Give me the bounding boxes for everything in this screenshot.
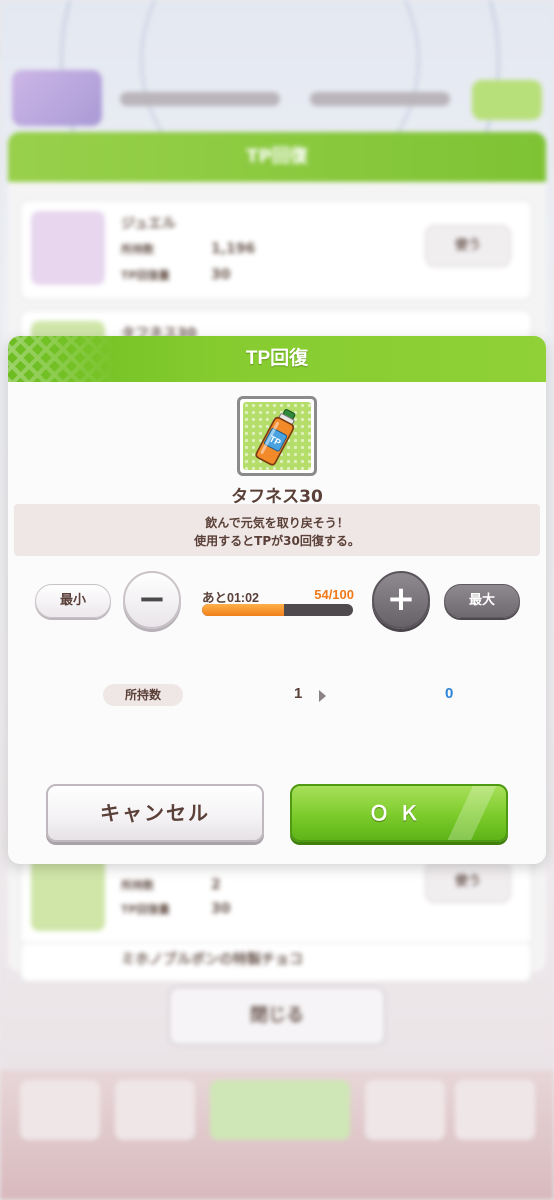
dialog-header: TP回復 — [8, 336, 546, 382]
background-owned-label: 所持数 — [121, 243, 154, 256]
background-tp-label: TP回復量 — [121, 269, 170, 282]
tp-progress-fill — [202, 604, 284, 616]
background-item-row: ミホノブルボンの特製チョコ — [20, 942, 532, 982]
minus-icon: − — [137, 579, 167, 619]
background-tp-value: 30 — [211, 901, 231, 917]
ok-button-shine — [426, 786, 506, 840]
background-item-name: ミホノブルボンの特製チョコ — [121, 952, 303, 968]
background-panel-title: TP回復 — [8, 132, 546, 182]
owned-after: 0 — [445, 685, 454, 702]
background-item-row: ジュエル 所持数 1,196 TP回復量 30 使う — [20, 200, 532, 300]
footer-tab — [20, 1080, 100, 1140]
minus-button[interactable]: − — [123, 571, 181, 629]
tp-bottle-icon: TP — [243, 402, 311, 470]
owned-label: 所持数 — [103, 684, 183, 706]
background-use-button: 使う — [425, 225, 511, 267]
ok-button[interactable]: ＯＫ — [290, 784, 508, 842]
footer-tab — [455, 1080, 535, 1140]
background-use-button: 使う — [425, 861, 511, 903]
tp-count: 54/100 — [314, 587, 354, 602]
item-icon-frame: TP — [237, 396, 317, 476]
header-green-button — [472, 80, 542, 120]
description-line: 使用するとTPが30回復する。 — [194, 534, 360, 548]
item-description: 飲んで元気を取り戻そう！ 使用するとTPが30回復する。 — [14, 504, 540, 556]
min-button[interactable]: 最小 — [35, 584, 111, 618]
background-owned-value: 1,196 — [211, 241, 256, 257]
plus-button[interactable]: + — [372, 571, 430, 629]
trainer-rank-badge — [12, 70, 102, 126]
tp-gauge-bg — [120, 92, 280, 106]
background-owned-label: 所持数 — [121, 879, 154, 892]
footer-tab — [115, 1080, 195, 1140]
background-tp-value: 30 — [211, 267, 231, 283]
ok-button-label: ＯＫ — [369, 801, 429, 825]
background-owned-value: 2 — [211, 877, 221, 893]
owned-current: 1 — [294, 685, 303, 702]
footer-tab — [210, 1080, 350, 1140]
dialog-title: TP回復 — [245, 348, 309, 369]
max-button[interactable]: 最大 — [444, 584, 520, 618]
description-line: 飲んで元気を取り戻そう！ — [205, 516, 349, 530]
rp-gauge-bg — [310, 92, 450, 106]
tp-recovery-dialog: TP回復 TP タフネス30 飲んで元気を取り戻そう！ 使用するとTPが30回復… — [8, 336, 546, 864]
background-item-name: ジュエル — [121, 216, 177, 232]
arrow-right-icon — [319, 690, 326, 702]
background-close-button: 閉じる — [168, 986, 386, 1046]
tp-progress-bar — [202, 604, 353, 616]
background-tp-label: TP回復量 — [121, 903, 170, 916]
character-icon — [31, 857, 105, 931]
cancel-button[interactable]: キャンセル — [46, 784, 264, 842]
footer-tab — [365, 1080, 445, 1140]
plus-icon: + — [386, 579, 416, 619]
jewel-icon — [31, 211, 105, 285]
